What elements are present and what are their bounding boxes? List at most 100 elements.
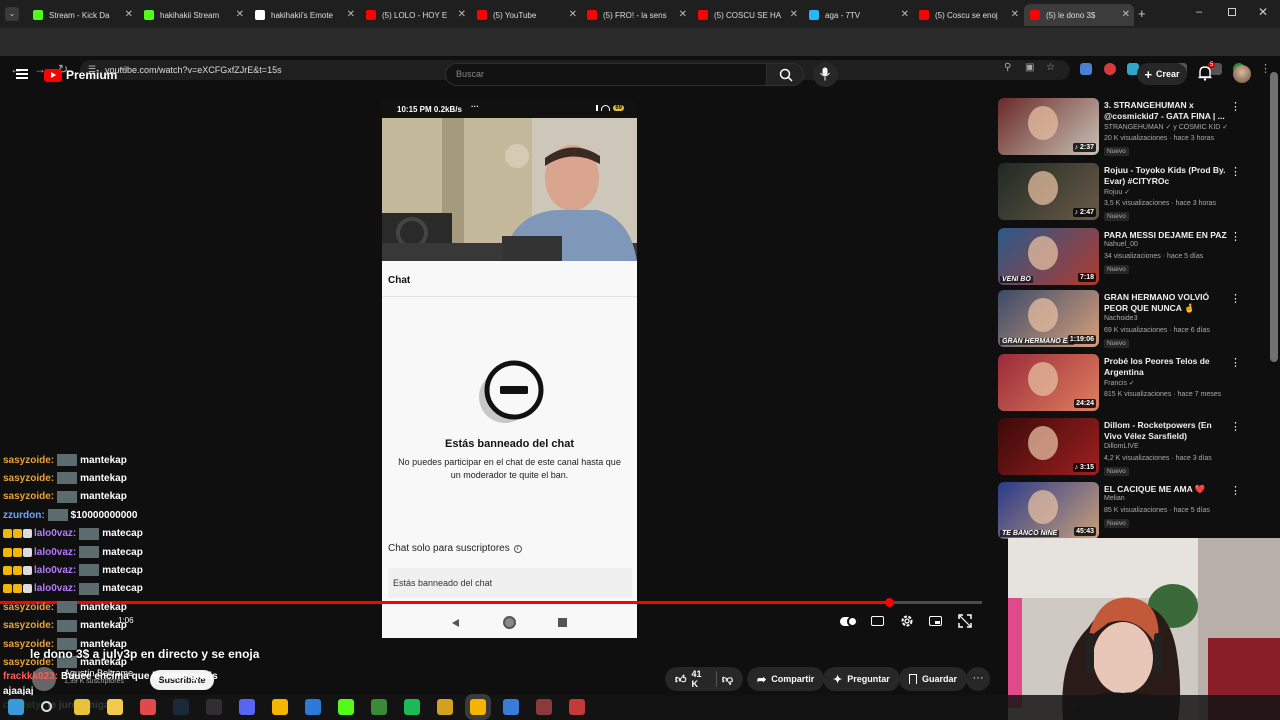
search-icon[interactable] — [41, 701, 52, 712]
tab-close-icon[interactable]: ✕ — [1011, 9, 1019, 20]
browser-tab[interactable]: aga - 7TV ✕ — [803, 4, 913, 26]
video-title[interactable]: GRAN HERMANO VOLVIÓ PEOR QUE NUNCA 🤞 — [1104, 292, 1229, 314]
steam-icon[interactable] — [173, 699, 189, 715]
channel-name[interactable]: Rojuu ✓ — [1104, 188, 1130, 196]
browser-tab[interactable]: Stream - Kick Da ✕ — [27, 4, 137, 26]
recommended-video[interactable]: GRAN HERMANO EN 1:19:06 GRAN HERMANO VOLVI… — [998, 290, 1248, 348]
settings-gear-icon[interactable] — [900, 614, 914, 628]
progress-scrubber[interactable] — [884, 598, 894, 607]
spotify-icon[interactable] — [404, 699, 420, 715]
tab-close-icon[interactable]: ✕ — [125, 9, 133, 20]
files-icon[interactable] — [74, 699, 90, 715]
browser-tab[interactable]: hakihakii's Emote ✕ — [249, 4, 359, 26]
video-thumbnail[interactable]: 24:24 — [998, 354, 1099, 411]
tab-close-icon[interactable]: ✕ — [901, 9, 909, 20]
video-menu-icon[interactable]: ⋮ — [1230, 356, 1241, 369]
tab-close-icon[interactable]: ✕ — [679, 9, 687, 20]
channel-name[interactable]: Nahuel_00 — [1104, 241, 1138, 248]
restore-button[interactable] — [1228, 8, 1236, 16]
browser-tab[interactable]: (5) COSCU SE HA ✕ — [692, 4, 802, 26]
subtitles-icon[interactable] — [871, 614, 885, 628]
video-menu-icon[interactable]: ⋮ — [1230, 230, 1241, 243]
browser-tab[interactable]: (5) LOLO - HOY E ✕ — [360, 4, 470, 26]
glasses-icon[interactable] — [437, 699, 453, 715]
recommended-video[interactable]: TE BANCO NINE 45:43 EL CACIQUE ME AMA ❤️ Me… — [998, 482, 1248, 540]
share-button[interactable]: ➦ Compartir — [747, 667, 825, 691]
game-icon[interactable] — [536, 699, 552, 715]
voicemod-icon[interactable] — [569, 699, 585, 715]
video-menu-icon[interactable]: ⋮ — [1230, 292, 1241, 305]
video-menu-icon[interactable]: ⋮ — [1230, 484, 1241, 497]
video-thumbnail[interactable]: ♪ 2:37 — [998, 98, 1099, 155]
account-avatar[interactable] — [1233, 65, 1251, 83]
ask-button[interactable]: ✦ Preguntar — [823, 667, 900, 691]
info-icon[interactable]: i — [513, 544, 522, 553]
voice-search-button[interactable] — [813, 62, 838, 87]
channel-name[interactable]: Melian — [1104, 495, 1125, 502]
video-title[interactable]: Rojuu - Toyoko Kids (Prod By. Evar) #CIT… — [1104, 165, 1229, 187]
obs-icon[interactable] — [206, 699, 222, 715]
close-window-button[interactable]: ✕ — [1258, 5, 1268, 19]
video-thumbnail[interactable]: ♪ 2:47 — [998, 163, 1099, 220]
browser-tab[interactable]: (5) FRO! - la sens ✕ — [581, 4, 691, 26]
browser-tab[interactable]: (5) YouTube ✕ — [471, 4, 581, 26]
notifications-button[interactable]: 5 — [1198, 62, 1218, 83]
tab-close-icon[interactable]: ✕ — [569, 9, 577, 20]
miniplayer-icon[interactable] — [929, 614, 943, 628]
video-menu-icon[interactable]: ⋮ — [1230, 420, 1241, 433]
browser-tab[interactable]: hakihakii Stream ✕ — [138, 4, 248, 26]
channel-name[interactable]: STRANGEHUMAN ✓ y COSMIC KID ✓ — [1104, 123, 1228, 131]
channel-name[interactable]: DillomLIVE — [1104, 443, 1139, 450]
video-player[interactable]: 10:15 PM 0.2kB/s ··· 69 Chat Estás banne… — [382, 99, 637, 638]
tab-search-button[interactable]: ⌄ — [5, 7, 19, 21]
video-title[interactable]: Dillom - Rocketpowers (En Vivo Vélez Sar… — [1104, 420, 1229, 443]
dislike-icon[interactable]: 👎︎ — [722, 673, 733, 686]
video-title[interactable]: Probé los Peores Telos de Argentina — [1104, 356, 1229, 378]
tab-close-icon[interactable]: ✕ — [790, 9, 798, 20]
like-icon[interactable]: 👍︎ — [675, 673, 687, 686]
chrome-icon[interactable] — [272, 699, 288, 715]
search-button[interactable] — [766, 63, 804, 86]
tab-close-icon[interactable]: ✕ — [236, 9, 244, 20]
recommended-video[interactable]: VENI BO 7:18 PARA MESSI DEJAME EN PAZ Nahue… — [998, 228, 1248, 286]
video-title[interactable]: PARA MESSI DEJAME EN PAZ — [1104, 230, 1229, 241]
hamburger-menu-icon[interactable] — [16, 69, 28, 79]
browser-tab[interactable]: (5) Coscu se enoj ✕ — [913, 4, 1023, 26]
c-app-icon[interactable] — [305, 699, 321, 715]
video-thumbnail[interactable]: ♪ 3:15 — [998, 418, 1099, 475]
more-actions-button[interactable]: ··· — [966, 667, 990, 691]
video-thumbnail[interactable]: TE BANCO NINE 45:43 — [998, 482, 1099, 539]
video-menu-icon[interactable]: ⋮ — [1230, 165, 1241, 178]
recommended-video[interactable]: ♪ 2:47 Rojuu - Toyoko Kids (Prod By. Evar… — [998, 163, 1248, 221]
youtube-premium-logo[interactable]: Premium AR — [44, 67, 128, 82]
video-title[interactable]: EL CACIQUE ME AMA ❤️ — [1104, 484, 1229, 495]
search-input[interactable]: Buscar — [445, 63, 767, 86]
tab-close-icon[interactable]: ✕ — [347, 9, 355, 20]
video-title[interactable]: 3. STRANGEHUMAN x @cosmickid7 - GATA FIN… — [1104, 100, 1229, 122]
minimize-button[interactable]: – — [1196, 6, 1202, 18]
browser-tab[interactable]: (5) le dono 3$ ✕ — [1024, 4, 1134, 26]
create-button[interactable]: + Crear — [1137, 63, 1187, 85]
recommended-video[interactable]: 24:24 Probé los Peores Telos de Argentina… — [998, 354, 1248, 412]
video-menu-icon[interactable]: ⋮ — [1230, 100, 1241, 113]
page-scrollbar[interactable] — [1270, 72, 1278, 362]
channel-name[interactable]: Francis ✓ — [1104, 379, 1135, 387]
tab-close-icon[interactable]: ✕ — [1122, 9, 1130, 20]
mail-icon[interactable] — [140, 699, 156, 715]
video-thumbnail[interactable]: VENI BO 7:18 — [998, 228, 1099, 285]
channel-name[interactable]: Nachoide3 — [1104, 315, 1137, 322]
windows-icon[interactable] — [8, 699, 24, 715]
kick-icon[interactable] — [338, 699, 354, 715]
save-button[interactable]: Guardar — [899, 667, 968, 691]
cube-icon[interactable] — [371, 699, 387, 715]
explorer-icon[interactable] — [107, 699, 123, 715]
fullscreen-icon[interactable] — [958, 614, 972, 628]
discord-icon[interactable] — [239, 699, 255, 715]
recommended-video[interactable]: ♪ 3:15 Dillom - Rocketpowers (En Vivo Vél… — [998, 418, 1248, 476]
c-app2-icon[interactable] — [503, 699, 519, 715]
new-tab-button[interactable]: + — [1138, 6, 1146, 21]
tab-close-icon[interactable]: ✕ — [458, 9, 466, 20]
autoplay-toggle[interactable] — [840, 614, 858, 628]
video-thumbnail[interactable]: GRAN HERMANO EN 1:19:06 — [998, 290, 1099, 347]
like-count[interactable]: 41 K — [692, 669, 708, 689]
